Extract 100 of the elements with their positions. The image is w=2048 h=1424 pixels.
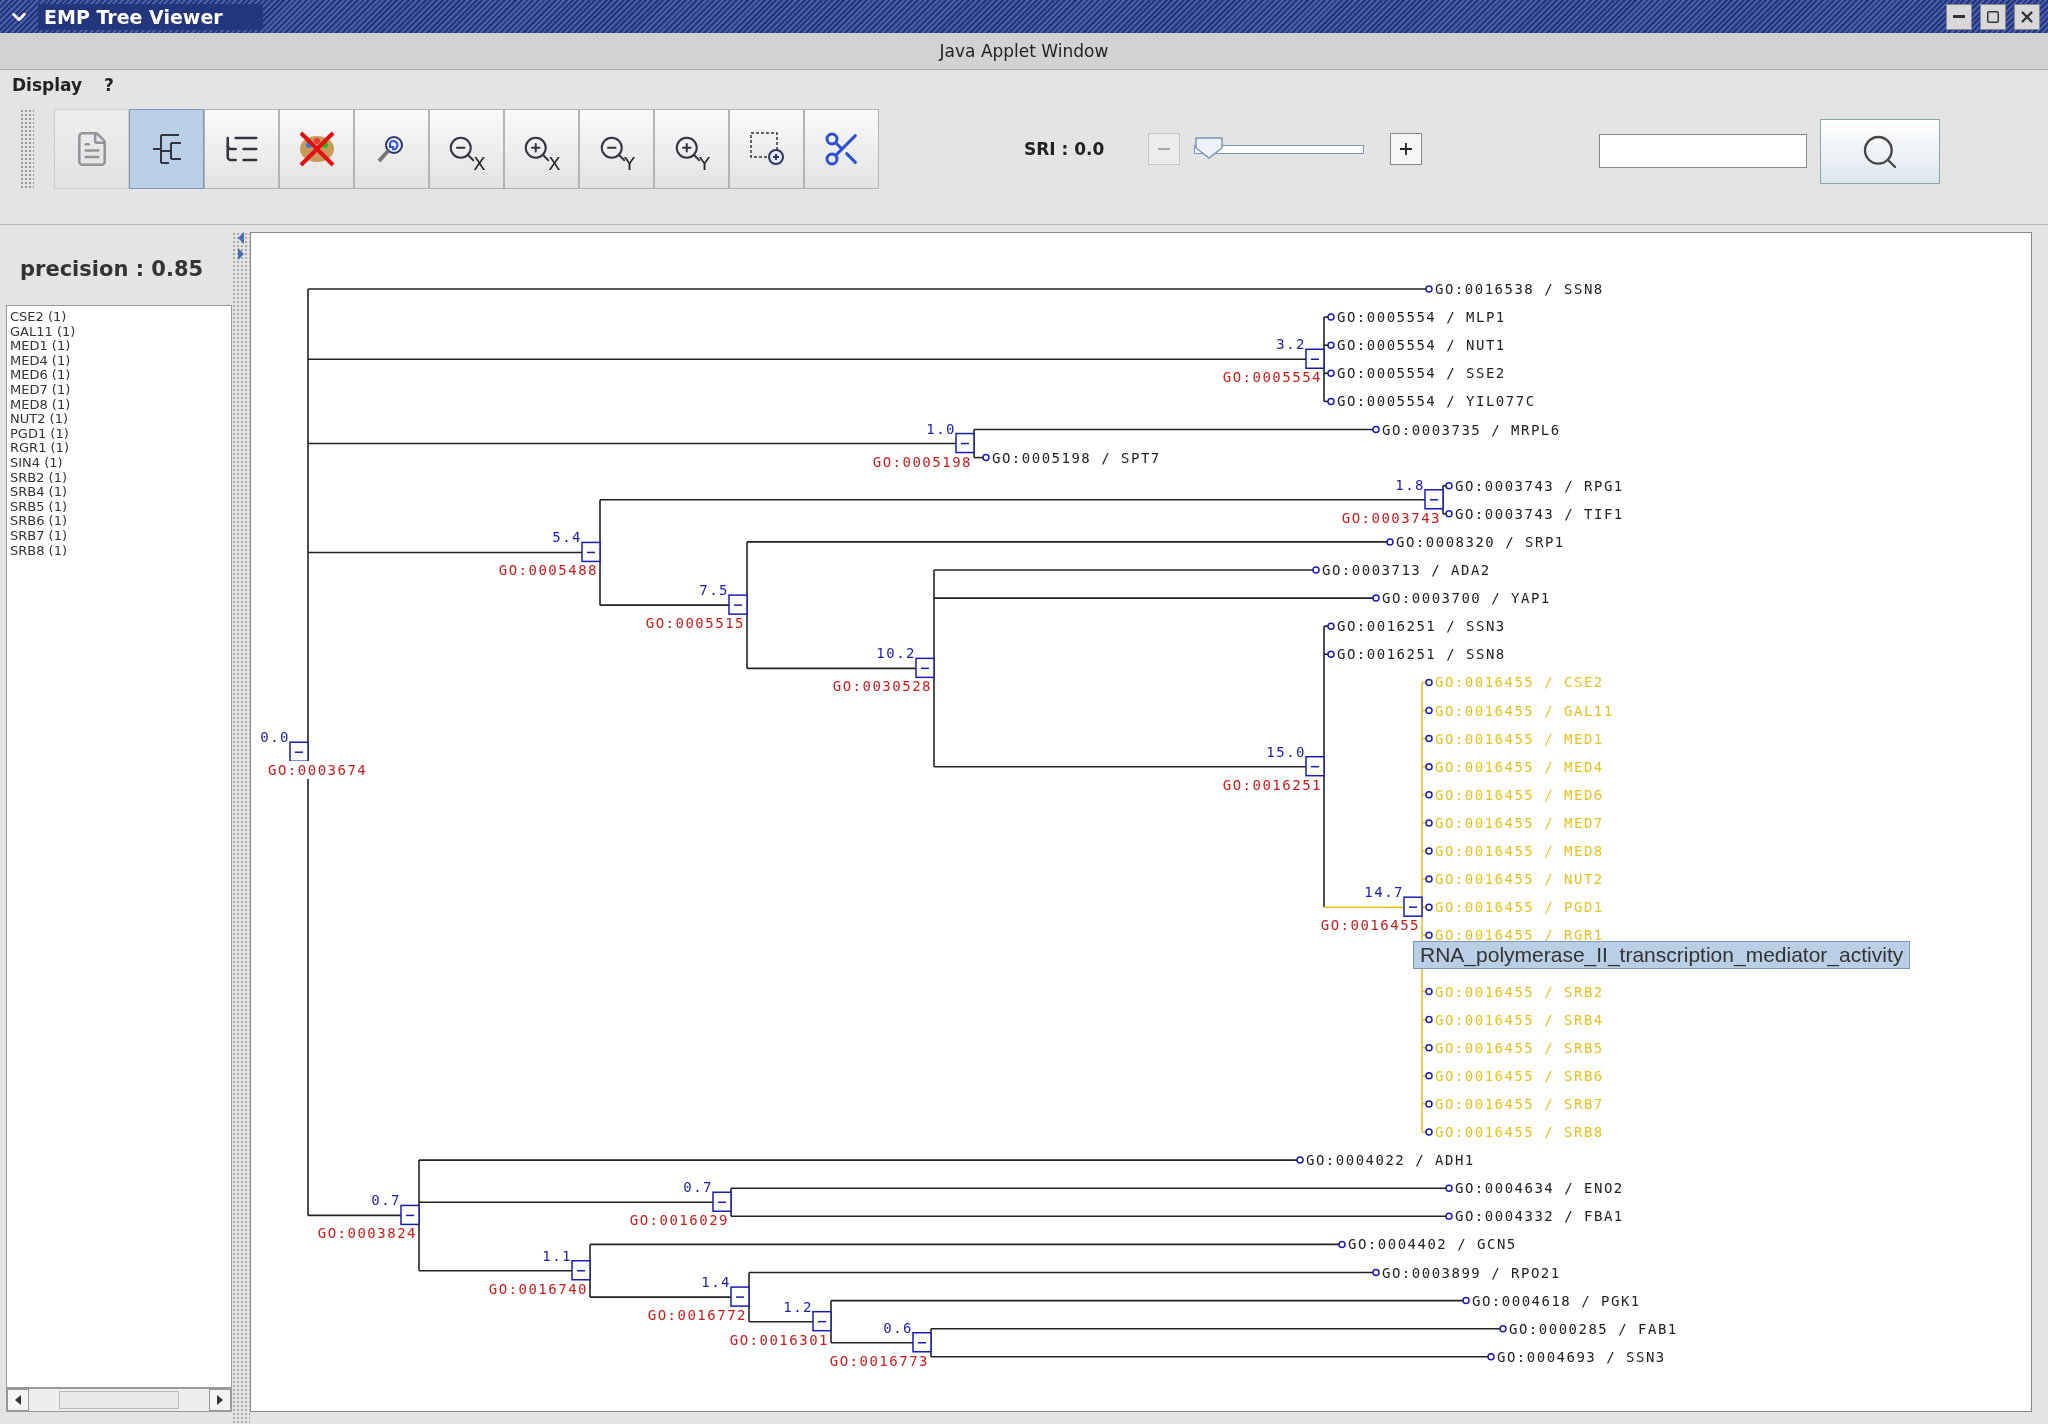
leaf-label[interactable]: GO:0000285 / FAB1 — [1509, 1319, 1678, 1338]
gene-item[interactable]: SIN4 (1) — [10, 455, 228, 471]
collapse-icon[interactable] — [728, 594, 748, 615]
window-title: EMP Tree Viewer — [38, 3, 263, 30]
node-score: 7.5 — [699, 581, 729, 600]
gene-item[interactable]: CSE2 (1) — [10, 310, 228, 325]
leaf-dot-icon — [1425, 931, 1433, 940]
leaf-dot-icon — [1425, 791, 1433, 799]
close-button[interactable] — [2014, 3, 2040, 30]
gene-item[interactable]: SRB7 (1) — [10, 528, 228, 544]
menu-item[interactable]: ? — [104, 75, 114, 95]
leaf-label[interactable]: GO:0004634 / ENO2 — [1455, 1179, 1624, 1198]
leaf-label[interactable]: GO:0005554 / MLP1 — [1337, 308, 1506, 327]
tool-button[interactable] — [729, 109, 804, 189]
leaf-label[interactable]: GO:0008320 / SRP1 — [1396, 532, 1565, 551]
tool-button[interactable]: Y — [654, 109, 729, 189]
node-score: 3.2 — [1276, 335, 1306, 354]
collapse-icon[interactable] — [812, 1310, 832, 1332]
leaf-label[interactable]: GO:0005554 / SSE2 — [1337, 364, 1506, 383]
scroll-left-icon[interactable] — [7, 1389, 29, 1411]
leaf-label[interactable]: GO:0004022 / ADH1 — [1306, 1151, 1475, 1170]
leaf-label[interactable]: GO:0005554 / YIL077C — [1337, 392, 1536, 411]
slider-thumb[interactable] — [1194, 136, 1224, 160]
leaf-dot-icon — [1372, 425, 1380, 434]
tool-button[interactable]: X — [504, 109, 579, 189]
leaf-dot-icon — [1425, 762, 1433, 771]
gene-item[interactable]: SRB8 (1) — [10, 543, 228, 559]
leaf-label[interactable]: GO:0005198 / SPT7 — [992, 448, 1161, 467]
menu-item[interactable]: Display — [12, 75, 83, 95]
minimize-button[interactable] — [1946, 3, 1972, 30]
leaf-label[interactable]: GO:0005554 / NUT1 — [1337, 336, 1506, 355]
leaf-label[interactable]: GO:0003743 / TIF1 — [1455, 504, 1624, 523]
leaf-dot-icon — [1425, 1100, 1433, 1108]
search-button[interactable] — [1820, 119, 1940, 184]
gene-item[interactable]: PGD1 (1) — [10, 426, 228, 442]
leaf-dot-icon — [1445, 510, 1453, 518]
increase-button[interactable] — [1390, 133, 1422, 165]
collapse-icon[interactable] — [712, 1191, 732, 1212]
leaf-dot-icon — [1386, 538, 1394, 546]
leaf-label[interactable]: GO:0016251 / SSN8 — [1337, 645, 1506, 664]
leaf-dot-icon — [1425, 1072, 1433, 1080]
leaf-label[interactable]: GO:0003899 / RPO21 — [1382, 1263, 1561, 1282]
gene-item[interactable]: SRB4 (1) — [10, 485, 228, 500]
leaf-dot-icon — [1425, 1043, 1433, 1052]
collapse-icon[interactable] — [1424, 489, 1444, 510]
gene-item[interactable]: SRB5 (1) — [10, 499, 228, 515]
horizontal-scrollbar[interactable] — [6, 1388, 232, 1412]
scroll-thumb[interactable] — [59, 1391, 179, 1409]
leaf-label[interactable]: GO:0004402 / GCN5 — [1348, 1235, 1517, 1254]
leaf-label[interactable]: GO:0003700 / YAP1 — [1382, 589, 1551, 608]
collapse-icon[interactable] — [571, 1260, 591, 1281]
expand-right-icon[interactable] — [237, 248, 245, 260]
gene-item[interactable]: MED6 (1) — [10, 368, 228, 383]
collapse-icon[interactable] — [915, 657, 935, 679]
leaf-label[interactable]: GO:0003743 / RPG1 — [1455, 476, 1624, 495]
leaf-dot-icon — [1425, 847, 1433, 855]
collapse-icon[interactable] — [1305, 348, 1325, 369]
gene-item[interactable]: MED4 (1) — [10, 353, 228, 369]
leaf-dot-icon — [1487, 1353, 1495, 1361]
search-field[interactable] — [1599, 134, 1807, 168]
leaf-dot-icon — [1425, 734, 1433, 743]
gene-item[interactable]: RGR1 (1) — [10, 441, 228, 456]
gene-item[interactable]: MED1 (1) — [10, 339, 228, 354]
collapse-left-icon[interactable] — [237, 232, 245, 244]
tool-button[interactable] — [804, 109, 879, 189]
gene-item[interactable]: MED8 (1) — [10, 397, 228, 413]
leaf-label[interactable]: GO:0016538 / SSN8 — [1435, 280, 1604, 298]
collapse-icon[interactable] — [400, 1204, 420, 1226]
gene-item[interactable]: GAL11 (1) — [10, 324, 228, 340]
toolbar-grip[interactable] — [20, 109, 34, 189]
collapse-icon[interactable] — [912, 1332, 932, 1353]
leaf-label[interactable]: GO:0004693 / SSN3 — [1497, 1347, 1666, 1366]
tool-button[interactable]: Y — [579, 109, 654, 189]
minus-icon — [1158, 148, 1170, 150]
gene-item[interactable]: SRB2 (1) — [10, 470, 228, 486]
leaf-label[interactable]: GO:0004618 / PGK1 — [1472, 1291, 1641, 1310]
tool-button[interactable] — [129, 109, 204, 189]
gene-item[interactable]: NUT2 (1) — [10, 412, 228, 427]
leaf-label[interactable]: GO:0003735 / MRPL6 — [1382, 420, 1561, 439]
collapse-icon[interactable] — [1305, 755, 1325, 777]
leaf-dot-icon — [1327, 622, 1335, 630]
node-term: GO:0016773 — [829, 1351, 929, 1370]
gene-item[interactable]: SRB6 (1) — [10, 514, 228, 529]
maximize-button[interactable] — [1980, 3, 2006, 30]
leaf-dot-icon — [1312, 566, 1320, 574]
leaf-label[interactable]: GO:0004332 / FBA1 — [1455, 1207, 1624, 1226]
collapse-icon[interactable] — [1403, 896, 1423, 917]
collapse-icon[interactable] — [955, 432, 975, 454]
leaf-label[interactable]: GO:0003713 / ADA2 — [1322, 561, 1491, 579]
tool-button[interactable] — [204, 109, 279, 189]
leaf-dot-icon — [1499, 1324, 1507, 1333]
tool-button[interactable]: X — [429, 109, 504, 189]
collapse-icon[interactable] — [289, 741, 309, 762]
tooltip: RNA_polymerase_II_transcription_mediator_activity — [1413, 941, 1911, 970]
collapse-icon[interactable] — [730, 1286, 750, 1307]
scroll-right-icon[interactable] — [209, 1389, 231, 1411]
leaf-dot-icon — [1445, 481, 1453, 490]
collapse-icon[interactable] — [581, 541, 601, 563]
leaf-label[interactable]: GO:0016251 / SSN3 — [1337, 617, 1506, 636]
gene-item[interactable]: MED7 (1) — [10, 382, 228, 398]
